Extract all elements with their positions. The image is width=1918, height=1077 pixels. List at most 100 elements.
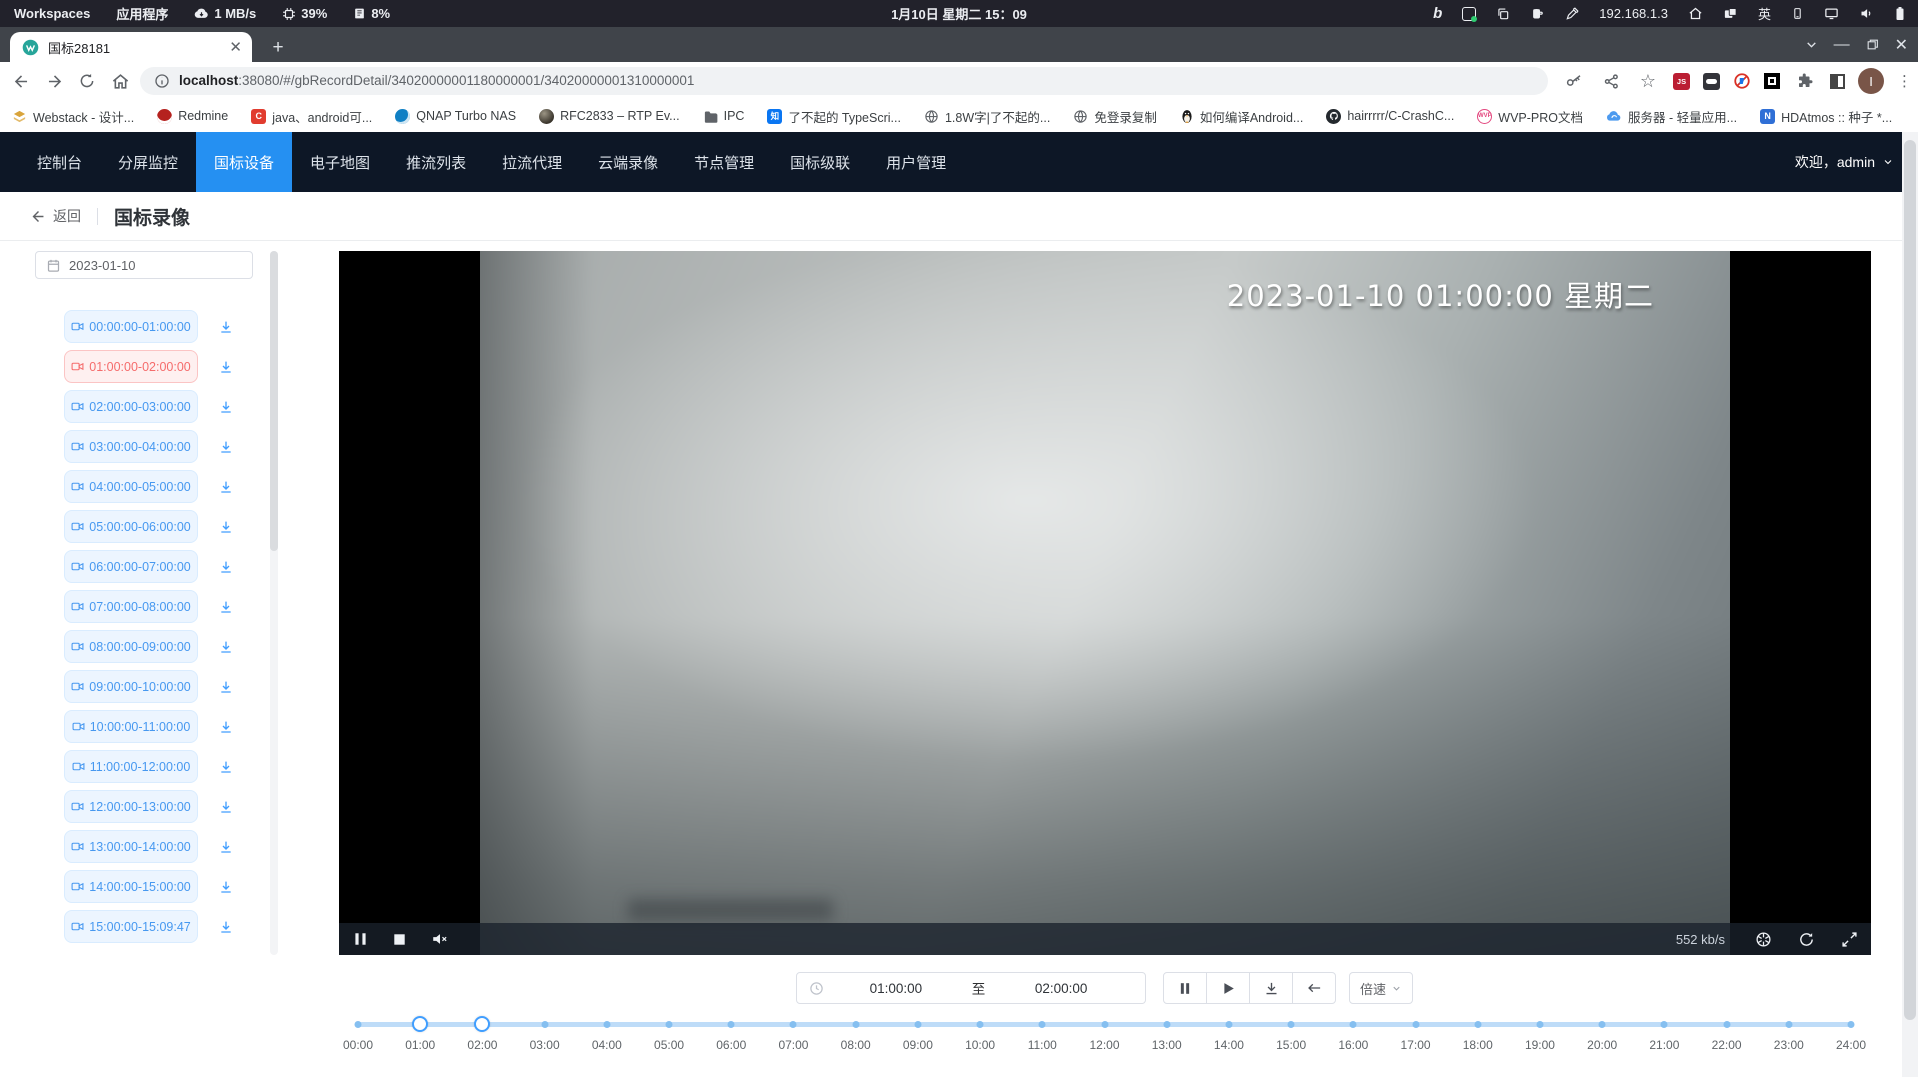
tab-close-icon[interactable]: ✕ — [229, 40, 242, 55]
download-icon[interactable] — [218, 439, 234, 455]
page-scrollbar-thumb[interactable] — [1904, 140, 1916, 1020]
minimize-window-icon[interactable]: — — [1834, 36, 1850, 54]
download-icon[interactable] — [218, 319, 234, 335]
segment-button[interactable]: 01:00:00-02:00:00 — [64, 350, 198, 383]
home-button-icon[interactable] — [108, 69, 132, 93]
ip-address-indicator[interactable]: 192.168.1.3 — [1599, 6, 1668, 21]
site-info-icon[interactable] — [154, 73, 170, 89]
extension-blocker-icon[interactable] — [1733, 72, 1751, 90]
battery-icon[interactable] — [1894, 6, 1906, 21]
time-range-input[interactable]: 01:00:00 至 02:00:00 — [796, 972, 1146, 1004]
profile-avatar[interactable]: I — [1858, 68, 1884, 94]
nav-item-e-map[interactable]: 电子地图 — [292, 132, 388, 192]
bookmark-webstack[interactable]: Webstack - 设计... — [12, 107, 134, 126]
nav-item-pull-proxy[interactable]: 拉流代理 — [484, 132, 580, 192]
nav-item-gb-cascade[interactable]: 国标级联 — [772, 132, 868, 192]
copy-icon[interactable] — [1496, 7, 1510, 21]
date-picker[interactable]: 2023-01-10 — [35, 251, 253, 279]
page-scrollbar[interactable] — [1902, 132, 1918, 1077]
extension-js-icon[interactable]: JS — [1673, 73, 1690, 90]
app-window-green-dot-icon[interactable] — [1462, 7, 1476, 21]
download-icon[interactable] — [218, 759, 234, 775]
nav-item-cloud-record[interactable]: 云端录像 — [580, 132, 676, 192]
workspaces-button[interactable]: Workspaces — [14, 6, 90, 21]
bookmark-redmine[interactable]: Redmine — [157, 109, 228, 124]
tab-search-chevron-icon[interactable] — [1805, 38, 1818, 51]
pause-icon[interactable] — [354, 932, 367, 946]
nav-item-node-manage[interactable]: 节点管理 — [676, 132, 772, 192]
segment-button[interactable]: 14:00:00-15:00:00 — [64, 870, 198, 903]
segment-button[interactable]: 07:00:00-08:00:00 — [64, 590, 198, 623]
download-icon[interactable] — [218, 719, 234, 735]
download-icon[interactable] — [218, 559, 234, 575]
phone-link-icon[interactable] — [1791, 7, 1804, 20]
app-b-icon[interactable]: b — [1433, 5, 1442, 22]
speed-select[interactable]: 倍速 — [1349, 972, 1413, 1004]
stop-icon[interactable] — [393, 933, 406, 946]
browser-menu-icon[interactable]: ⋮ — [1897, 72, 1912, 90]
download-icon[interactable] — [218, 519, 234, 535]
segment-button[interactable]: 12:00:00-13:00:00 — [64, 790, 198, 823]
snapshot-aperture-icon[interactable] — [1755, 931, 1772, 948]
forward-icon[interactable] — [42, 69, 66, 93]
playback-timeline[interactable]: 00:00 01:00 02:00 03:00 04:00 05:00 06:0… — [358, 1014, 1851, 1066]
applications-button[interactable]: 应用程序 — [116, 4, 168, 23]
bookmark-wvp-doc[interactable]: WVP WVP-PRO文档 — [1477, 107, 1583, 126]
back-icon[interactable] — [9, 69, 33, 93]
volume-icon[interactable] — [1859, 6, 1874, 21]
password-key-icon[interactable] — [1562, 69, 1586, 93]
download-button[interactable] — [1249, 972, 1293, 1004]
user-menu[interactable]: 欢迎，admin — [1795, 152, 1918, 172]
timeline-start-handle[interactable] — [412, 1016, 428, 1032]
address-bar[interactable]: localhost:38080/#/gbRecordDetail/3402000… — [140, 67, 1548, 95]
bookmark-18w-article[interactable]: 1.8W字|了不起的... — [924, 107, 1050, 126]
video-player[interactable]: 2023-01-10 01:00:00 星期二 552 kb/s — [339, 251, 1871, 955]
timeline-end-handle[interactable] — [474, 1016, 490, 1032]
bookmark-github-crash[interactable]: hairrrrr/C-CrashC... — [1326, 109, 1454, 124]
nav-item-gb-device[interactable]: 国标设备 — [196, 132, 292, 192]
back-button[interactable]: 返回 — [30, 206, 81, 226]
download-icon[interactable] — [218, 879, 234, 895]
segment-button[interactable]: 00:00:00-01:00:00 — [64, 310, 198, 343]
bookmark-qnap[interactable]: QNAP Turbo NAS — [395, 109, 516, 124]
segment-button[interactable]: 09:00:00-10:00:00 — [64, 670, 198, 703]
bookmark-cloud-server[interactable]: 服务器 - 轻量应用... — [1606, 107, 1737, 126]
range-start-time[interactable]: 01:00:00 — [824, 981, 968, 996]
seek-back-button[interactable] — [1292, 972, 1336, 1004]
download-icon[interactable] — [218, 359, 234, 375]
mute-icon[interactable] — [432, 932, 448, 946]
color-picker-icon[interactable] — [1565, 7, 1579, 21]
nav-item-user-manage[interactable]: 用户管理 — [868, 132, 964, 192]
download-icon[interactable] — [218, 479, 234, 495]
coffee-cup-icon[interactable] — [1530, 6, 1545, 21]
range-end-time[interactable]: 02:00:00 — [989, 981, 1133, 996]
segment-button[interactable]: 05:00:00-06:00:00 — [64, 510, 198, 543]
segment-button[interactable]: 13:00:00-14:00:00 — [64, 830, 198, 863]
nav-item-console[interactable]: 控制台 — [19, 132, 100, 192]
nav-item-split-screen[interactable]: 分屏监控 — [100, 132, 196, 192]
refresh-icon[interactable] — [1798, 931, 1815, 948]
bookmark-star-icon[interactable]: ☆ — [1636, 69, 1660, 93]
download-icon[interactable] — [218, 679, 234, 695]
segment-button[interactable]: 08:00:00-09:00:00 — [64, 630, 198, 663]
close-window-icon[interactable]: ✕ — [1895, 35, 1908, 55]
segment-button[interactable]: 04:00:00-05:00:00 — [64, 470, 198, 503]
download-icon[interactable] — [218, 399, 234, 415]
download-icon[interactable] — [218, 839, 234, 855]
bookmark-typescript-zhihu[interactable]: 知 了不起的 TypeScri... — [767, 107, 901, 126]
reload-icon[interactable] — [75, 69, 99, 93]
play-button[interactable] — [1206, 972, 1250, 1004]
bookmark-compile-android[interactable]: 如何编译Android... — [1180, 107, 1304, 126]
segment-button[interactable]: 06:00:00-07:00:00 — [64, 550, 198, 583]
maximize-window-icon[interactable] — [1866, 38, 1879, 51]
extension-dark-square-icon[interactable] — [1764, 73, 1780, 89]
clock-indicator[interactable]: 1月10日 星期二 15：09 — [891, 4, 1027, 23]
download-icon[interactable] — [218, 919, 234, 935]
fullscreen-icon[interactable] — [1841, 931, 1858, 948]
bookmark-copy-free[interactable]: 免登录复制 — [1073, 107, 1157, 126]
bookmark-rfc2833[interactable]: RFC2833 – RTP Ev... — [539, 109, 680, 124]
segment-button[interactable]: 02:00:00-03:00:00 — [64, 390, 198, 423]
reading-mode-icon[interactable] — [1830, 74, 1845, 89]
extension-mask-icon[interactable] — [1703, 73, 1720, 90]
segment-button[interactable]: 11:00:00-12:00:00 — [64, 750, 198, 783]
